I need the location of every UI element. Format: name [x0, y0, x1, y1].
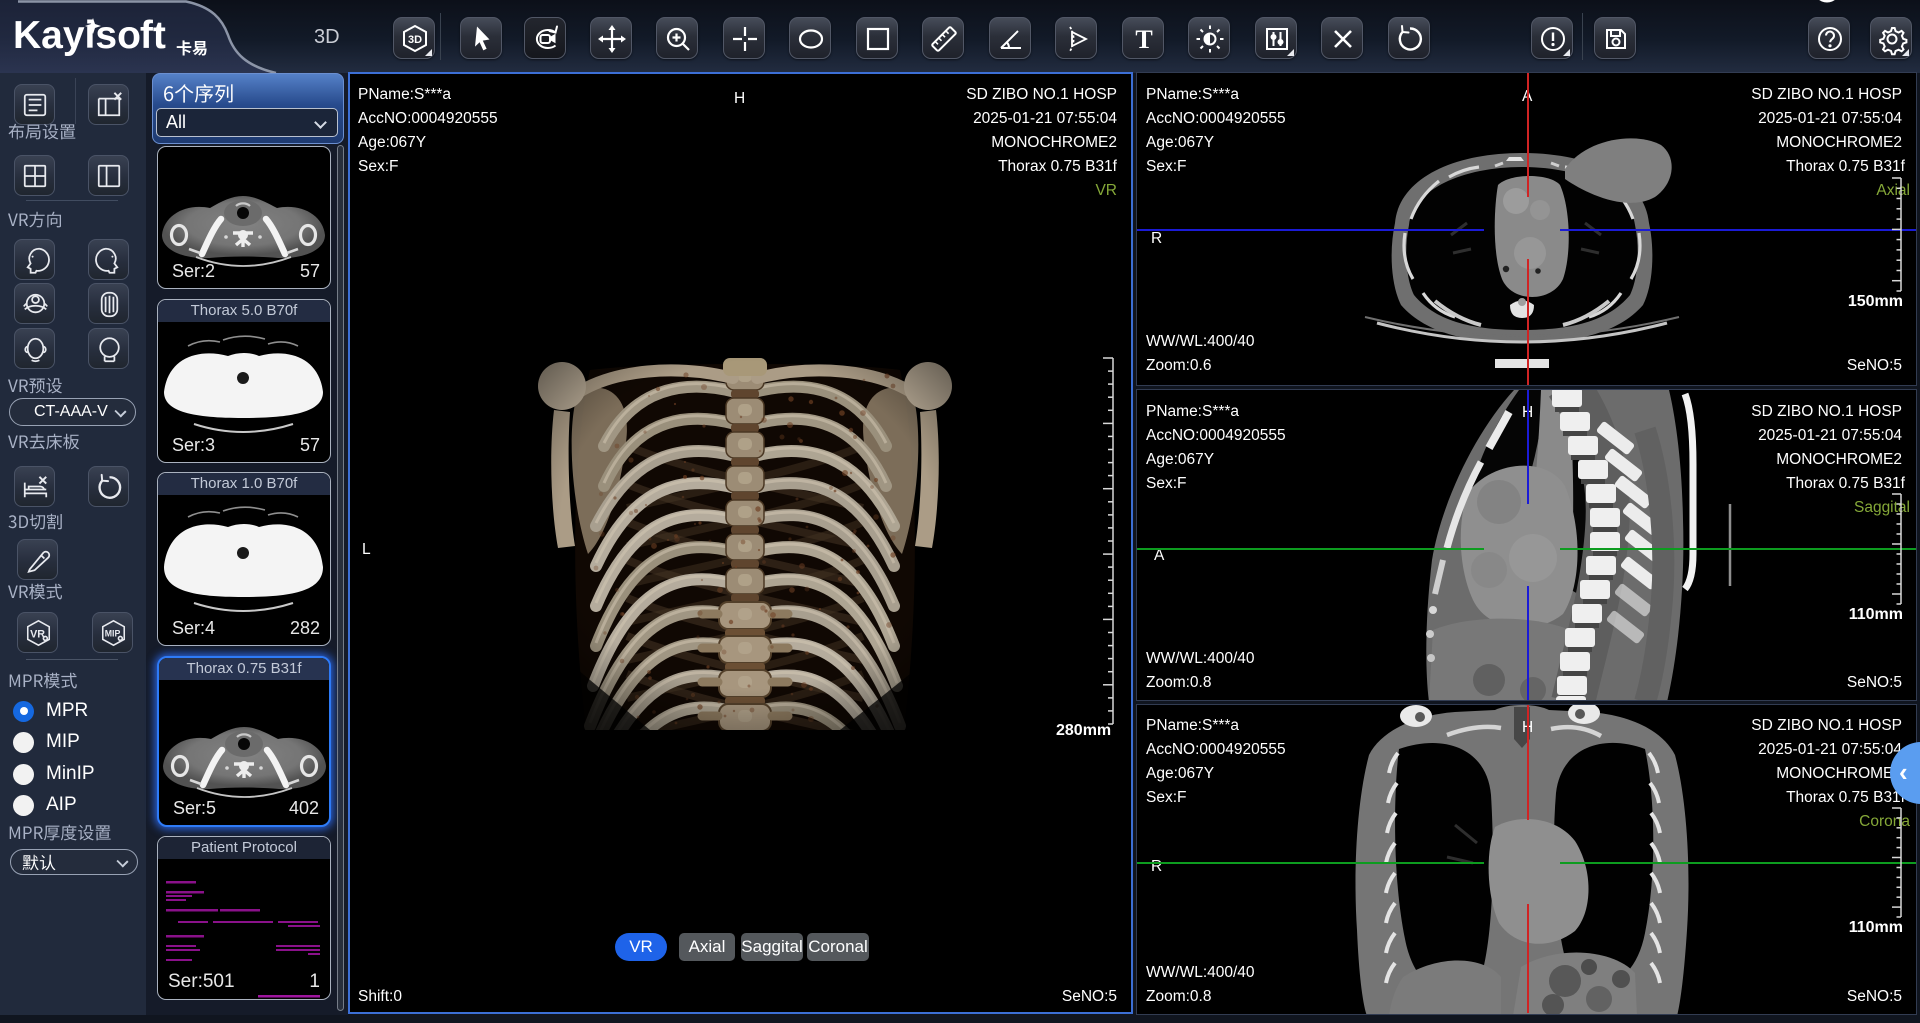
- svg-text:T: T: [1135, 25, 1152, 54]
- svg-text:3D: 3D: [408, 34, 422, 46]
